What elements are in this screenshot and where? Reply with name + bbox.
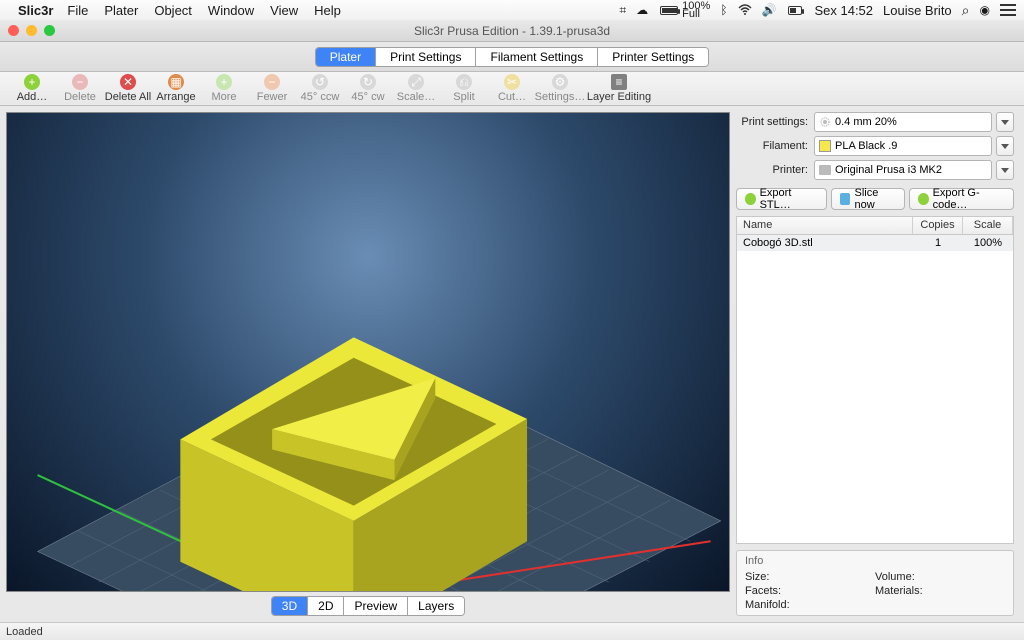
info-materials: Materials: — [875, 585, 1005, 597]
filament-swatch — [819, 140, 831, 152]
cloud-icon[interactable]: ☁ — [636, 3, 648, 17]
menu-file[interactable]: File — [67, 3, 88, 18]
macos-menubar: Slic3r File Plater Object Window View He… — [0, 0, 1024, 20]
clock-text[interactable]: Sex 14:52 — [814, 3, 873, 18]
viewtab-preview[interactable]: Preview — [344, 597, 408, 615]
menu-help[interactable]: Help — [314, 3, 341, 18]
menu-window[interactable]: Window — [208, 3, 254, 18]
cell-scale: 100% — [963, 237, 1013, 249]
tb-settings[interactable]: ⚙Settings… — [536, 73, 584, 105]
battery-indicator[interactable]: 100% Full — [658, 2, 710, 18]
power-icon[interactable] — [786, 6, 804, 15]
export-gcode-icon — [918, 193, 929, 205]
spotlight-icon[interactable]: ⌕ — [962, 2, 970, 19]
list-icon[interactable] — [1000, 4, 1016, 16]
tb-fewer[interactable]: −Fewer — [248, 73, 296, 105]
export-stl-button[interactable]: Export STL… — [736, 188, 827, 210]
main-tabs: Plater Print Settings Filament Settings … — [0, 42, 1024, 72]
viewport-tabs: 3D 2D Preview Layers — [6, 596, 730, 616]
chevron-down-icon — [1001, 120, 1009, 125]
info-volume: Volume: — [875, 571, 1005, 583]
info-title: Info — [745, 555, 1005, 567]
viewtab-layers[interactable]: Layers — [408, 597, 464, 615]
wifi-icon[interactable] — [738, 4, 752, 16]
tb-add[interactable]: +Add… — [8, 73, 56, 105]
object-table: Name Copies Scale Cobogó 3D.stl 1 100% — [736, 216, 1014, 544]
cell-name: Cobogó 3D.stl — [737, 237, 913, 249]
filament-combo[interactable]: PLA Black .9 — [814, 136, 992, 156]
status-text: Loaded — [6, 626, 43, 638]
info-size: Size: — [745, 571, 875, 583]
printer-dropdown[interactable] — [996, 160, 1014, 180]
filament-dropdown[interactable] — [996, 136, 1014, 156]
tb-scale[interactable]: ⤢Scale… — [392, 73, 440, 105]
filament-value: PLA Black .9 — [835, 140, 897, 152]
th-name[interactable]: Name — [737, 217, 913, 234]
menu-view[interactable]: View — [270, 3, 298, 18]
dropbox-icon[interactable]: ⌗ — [619, 3, 626, 18]
info-facets: Facets: — [745, 585, 875, 597]
viewtab-3d[interactable]: 3D — [272, 597, 308, 615]
tb-arrange[interactable]: ▦Arrange — [152, 73, 200, 105]
tb-delete[interactable]: −Delete — [56, 73, 104, 105]
printer-label: Printer: — [736, 164, 810, 176]
table-row[interactable]: Cobogó 3D.stl 1 100% — [737, 235, 1013, 251]
bluetooth-icon[interactable]: ᛒ — [720, 3, 727, 17]
siri-icon[interactable]: ◉ — [980, 3, 990, 17]
3d-scene — [7, 113, 729, 592]
menu-plater[interactable]: Plater — [104, 3, 138, 18]
user-name[interactable]: Louise Brito — [883, 3, 952, 18]
statusbar: Loaded — [0, 622, 1024, 640]
print-settings-value: 0.4 mm 20% — [835, 116, 897, 128]
gear-icon — [819, 116, 831, 128]
volume-icon[interactable]: 🔊 — [762, 3, 777, 17]
chevron-down-icon — [1001, 168, 1009, 173]
tb-split[interactable]: ⎌Split — [440, 73, 488, 105]
th-copies[interactable]: Copies — [913, 217, 963, 234]
menu-object[interactable]: Object — [154, 3, 192, 18]
filament-label: Filament: — [736, 140, 810, 152]
slice-now-button[interactable]: Slice now — [831, 188, 905, 210]
cell-copies: 1 — [913, 237, 963, 249]
export-stl-icon — [745, 193, 756, 205]
3d-viewport[interactable] — [6, 112, 730, 592]
tb-cut[interactable]: ✂Cut… — [488, 73, 536, 105]
print-settings-dropdown[interactable] — [996, 112, 1014, 132]
tab-filament-settings[interactable]: Filament Settings — [476, 48, 598, 66]
window-titlebar: Slic3r Prusa Edition - 1.39.1-prusa3d — [0, 20, 1024, 42]
tb-more[interactable]: +More — [200, 73, 248, 105]
battery-sub: Full — [682, 10, 710, 18]
slice-icon — [840, 193, 851, 205]
tb-45cw[interactable]: ↻45° cw — [344, 73, 392, 105]
viewtab-2d[interactable]: 2D — [308, 597, 344, 615]
info-manifold: Manifold: — [745, 599, 875, 611]
printer-icon — [819, 165, 831, 175]
print-settings-combo[interactable]: 0.4 mm 20% — [814, 112, 992, 132]
app-name[interactable]: Slic3r — [18, 3, 53, 18]
tb-45ccw[interactable]: ↺45° ccw — [296, 73, 344, 105]
right-panel: Print settings: 0.4 mm 20% Filament: PLA… — [736, 106, 1024, 622]
tb-layer-editing[interactable]: ≡Layer Editing — [584, 73, 654, 105]
printer-combo[interactable]: Original Prusa i3 MK2 — [814, 160, 992, 180]
chevron-down-icon — [1001, 144, 1009, 149]
window-title: Slic3r Prusa Edition - 1.39.1-prusa3d — [0, 24, 1024, 38]
tab-print-settings[interactable]: Print Settings — [376, 48, 476, 66]
tab-plater[interactable]: Plater — [316, 48, 376, 66]
info-box: Info Size: Volume: Facets: Materials: Ma… — [736, 550, 1014, 616]
print-settings-label: Print settings: — [736, 116, 810, 128]
tb-delete-all[interactable]: ✕Delete All — [104, 73, 152, 105]
tab-printer-settings[interactable]: Printer Settings — [598, 48, 708, 66]
th-scale[interactable]: Scale — [963, 217, 1013, 234]
printer-value: Original Prusa i3 MK2 — [835, 164, 942, 176]
export-gcode-button[interactable]: Export G-code… — [909, 188, 1014, 210]
toolbar: +Add… −Delete ✕Delete All ▦Arrange +More… — [0, 72, 1024, 106]
model-object[interactable] — [180, 337, 527, 592]
